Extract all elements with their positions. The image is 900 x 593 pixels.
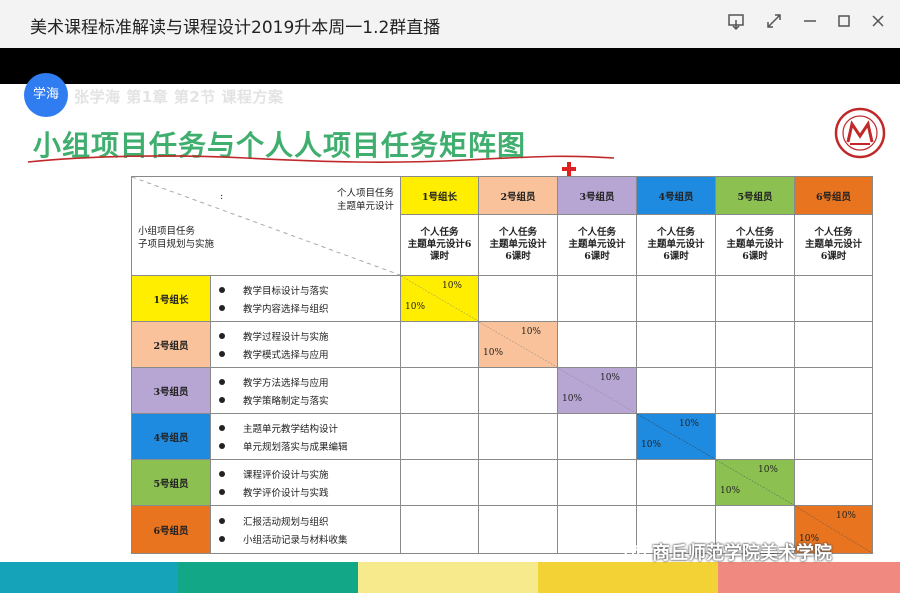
matrix-cell (478, 413, 558, 460)
corner-colon: : (220, 191, 224, 202)
row-label-4: 4号组员 (131, 413, 211, 460)
col-header-4: 4号组员 (636, 176, 716, 215)
matrix-cell (636, 367, 716, 414)
matrix-diag-cell-3: 10% 10% (557, 367, 637, 414)
color-segment (538, 562, 718, 593)
bottom-color-bar (0, 562, 900, 593)
expand-icon[interactable] (762, 12, 786, 36)
col-header-1: 1号组长 (400, 176, 479, 215)
matrix-cell (478, 459, 558, 506)
col-header-2: 2号组员 (478, 176, 558, 215)
row-tasks-3: 教学方法选择与应用 教学策略制定与落实 (210, 367, 401, 414)
matrix-cell (794, 367, 873, 414)
corner-header-left: 小组项目任务 子项目规划与实施 (138, 226, 215, 250)
xuehai-badge[interactable]: 学海 (24, 73, 68, 117)
matrix-cell (636, 275, 716, 322)
matrix-cell (794, 321, 873, 368)
wechat-icon (624, 544, 646, 560)
color-segment (178, 562, 358, 593)
title-underline (27, 155, 615, 163)
task-matrix-table: : 个人项目任务 主题单元设计 小组项目任务 子项目规划与实施 1号组长 2号组… (131, 176, 873, 554)
red-pointer-cursor (562, 162, 576, 176)
col-header-5: 5号组员 (715, 176, 795, 215)
matrix-cell (715, 275, 795, 322)
matrix-diag-cell-5: 10% 10% (715, 459, 795, 506)
matrix-cell (794, 413, 873, 460)
close-icon[interactable] (866, 12, 890, 36)
corner-header-top: 个人项目任务 主题单元设计 (336, 188, 394, 212)
window-titlebar: 美术课程标准解读与课程设计2019升本周一1.2群直播 (0, 0, 900, 48)
matrix-cell (478, 275, 558, 322)
matrix-cell (400, 459, 479, 506)
matrix-cell (715, 321, 795, 368)
subheader-3: 个人任务 主题单元设计 6课时 (557, 214, 637, 276)
matrix-cell (636, 321, 716, 368)
row-label-6: 6号组员 (131, 505, 211, 554)
subheader-2: 个人任务 主题单元设计 6课时 (478, 214, 558, 276)
wechat-watermark: 商丘师范学院美术学院 (624, 540, 832, 564)
color-segment (358, 562, 538, 593)
col-header-6: 6号组员 (794, 176, 873, 215)
matrix-cell (557, 459, 637, 506)
matrix-cell (400, 321, 479, 368)
row-tasks-4: 主题单元教学结构设计 单元规划落实与成果编辑 (210, 413, 401, 460)
matrix-cell (557, 321, 637, 368)
matrix-cell (478, 505, 558, 554)
matrix-diag-cell-1: 10% 10% (400, 275, 479, 322)
color-segment (0, 562, 178, 593)
row-tasks-1: 教学目标设计与落实 教学内容选择与组织 (210, 275, 401, 322)
matrix-cell (636, 459, 716, 506)
share-screen-icon[interactable] (724, 12, 748, 36)
matrix-cell (400, 367, 479, 414)
col-header-3: 3号组员 (557, 176, 637, 215)
matrix-cell (557, 413, 637, 460)
matrix-cell (400, 413, 479, 460)
matrix-corner-cell: : 个人项目任务 主题单元设计 小组项目任务 子项目规划与实施 (131, 176, 401, 276)
university-logo (834, 107, 886, 159)
subheader-5: 个人任务 主题单元设计 6课时 (715, 214, 795, 276)
subheader-4: 个人任务 主题单元设计 6课时 (636, 214, 716, 276)
matrix-diag-cell-2: 10% 10% (478, 321, 558, 368)
maximize-icon[interactable] (832, 12, 856, 36)
row-tasks-6: 汇报活动规划与组织 小组活动记录与材料收集 (210, 505, 401, 554)
row-label-5: 5号组员 (131, 459, 211, 506)
subheader-6: 个人任务 主题单元设计 6课时 (794, 214, 873, 276)
row-tasks-2: 教学过程设计与实施 教学模式选择与应用 (210, 321, 401, 368)
color-segment (718, 562, 900, 593)
watermark-text: 商丘师范学院美术学院 (652, 543, 832, 564)
matrix-cell (715, 367, 795, 414)
row-label-1: 1号组长 (131, 275, 211, 322)
lesson-title: 张学海 第1章 第2节 课程方案 (74, 88, 284, 106)
matrix-cell (557, 275, 637, 322)
row-tasks-5: 课程评价设计与实施 教学评价设计与实践 (210, 459, 401, 506)
matrix-diag-cell-4: 10% 10% (636, 413, 716, 460)
subheader-1: 个人任务 主题单元设计6 课时 (400, 214, 479, 276)
minimize-icon[interactable] (798, 12, 822, 36)
matrix-cell (794, 275, 873, 322)
window-title: 美术课程标准解读与课程设计2019升本周一1.2群直播 (30, 18, 441, 38)
row-label-3: 3号组员 (131, 367, 211, 414)
matrix-cell (400, 505, 479, 554)
matrix-cell (715, 413, 795, 460)
matrix-cell (478, 367, 558, 414)
matrix-cell (794, 459, 873, 506)
row-label-2: 2号组员 (131, 321, 211, 368)
video-top-bar (0, 48, 900, 84)
